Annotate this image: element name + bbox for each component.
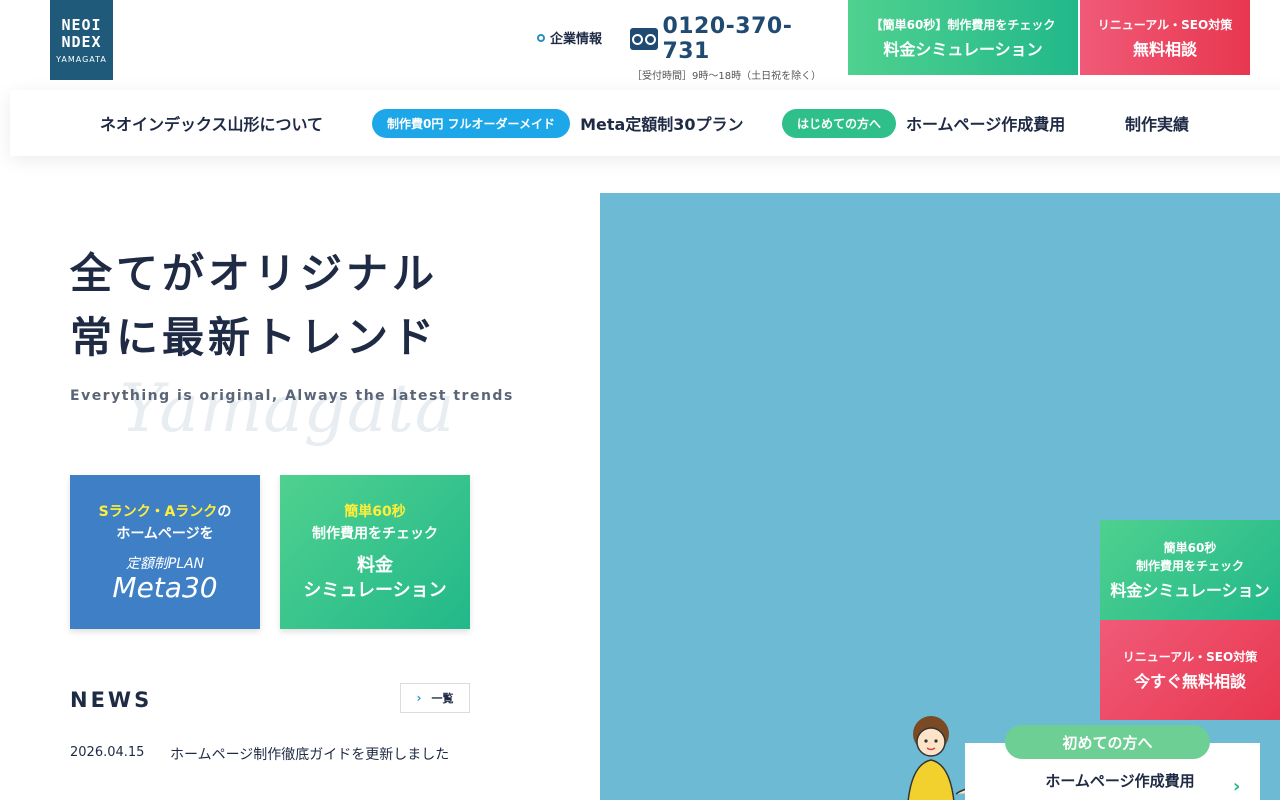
meta-card-plan-large: Meta30 — [112, 571, 218, 604]
nav-meta30-label: Meta定額制30プラン — [580, 115, 744, 134]
side-sim-small1: 簡単60秒 — [1163, 541, 1217, 555]
news-list-label: 一覧 — [431, 692, 454, 705]
guide-pill: 初めての方へ — [1005, 725, 1210, 759]
nav-works-label: 制作実績 — [1125, 115, 1190, 134]
phone-number: 0120-370-731 — [662, 14, 793, 64]
side-consult-small: リニューアル・SEO対策 — [1122, 650, 1258, 664]
nav-works[interactable]: 制作実績 — [1125, 90, 1189, 156]
nav-about-label: ネオインデックス山形について — [100, 115, 324, 134]
beginner-pill: はじめての方へ — [782, 108, 897, 138]
meta-card-line1: Sランク・Aランクの — [99, 501, 232, 523]
logo-line2: NDEX — [61, 32, 102, 51]
sim-card-highlight: 簡単60秒 — [344, 504, 406, 520]
meta-card-plan-small: 定額制PLAN — [125, 556, 205, 572]
header-simulation-button[interactable]: 【簡単60秒】制作費用をチェック 料金シミュレーション — [848, 0, 1078, 75]
sim-card-big: 料金 シミュレーション — [303, 553, 446, 603]
news-heading: NEWS — [70, 688, 153, 712]
logo-line3: YAMAGATA — [56, 54, 107, 64]
news-item-date: 2026.04.15 — [70, 745, 145, 760]
nav-cost[interactable]: はじめての方へ ホームページ作成費用 — [782, 90, 1065, 156]
freedial-icon — [630, 28, 659, 50]
meta30-plan-card[interactable]: Sランク・Aランクの ホームページを 定額制PLAN Meta30 — [70, 475, 260, 629]
nav-meta30[interactable]: 制作費0円 フルオーダーメイド Meta定額制30プラン — [372, 90, 744, 156]
header-consult-small: リニューアル・SEO対策 — [1097, 17, 1233, 32]
header-consult-large: 無料相談 — [1132, 39, 1197, 59]
logo-line1: NEOI — [61, 15, 102, 34]
header-consult-button[interactable]: リニューアル・SEO対策 無料相談 — [1080, 0, 1250, 75]
simulation-card[interactable]: 簡単60秒 制作費用をチェック 料金 シミュレーション — [280, 475, 470, 629]
hero-subtitle: Everything is original, Always the lates… — [70, 388, 514, 404]
corporate-info-label: 企業情報 — [550, 32, 603, 47]
phone-hours: ［受付時間］9時〜18時（土日祝を除く） — [632, 71, 822, 82]
chevron-right-icon: › — [416, 691, 422, 705]
meta-card-highlight: Sランク・Aランク — [98, 504, 218, 520]
sim-card-big2: シミュレーション — [303, 580, 447, 601]
guide-text[interactable]: ホームページ作成費用 — [1010, 770, 1230, 791]
header-simulation-small: 【簡単60秒】制作費用をチェック — [870, 17, 1056, 32]
side-simulation-button[interactable]: 簡単60秒 制作費用をチェック 料金シミュレーション — [1100, 520, 1280, 620]
nav-cost-label: ホームページ作成費用 — [906, 115, 1066, 134]
yamagata-script-watermark: Yamagata — [120, 370, 456, 447]
hero-title-line1: 全てがオリジナル — [70, 249, 439, 298]
hero-title: 全てがオリジナル 常に最新トレンド — [70, 242, 438, 370]
sim-card-big1: 料金 — [357, 555, 393, 576]
side-consult-button[interactable]: リニューアル・SEO対策 今すぐ無料相談 — [1100, 620, 1280, 720]
meta-card-suffix: の — [217, 504, 232, 520]
side-sim-large: 料金シミュレーション — [1110, 581, 1270, 600]
hero-title-line2: 常に最新トレンド — [70, 313, 439, 362]
side-sim-small2: 制作費用をチェック — [1135, 559, 1244, 573]
fullorder-pill: 制作費0円 フルオーダーメイド — [372, 108, 571, 138]
circle-bullet-icon — [537, 33, 545, 42]
header-simulation-large: 料金シミュレーション — [883, 39, 1043, 59]
meta-card-line2: ホームページを — [116, 526, 214, 542]
corporate-info-link[interactable]: 企業情報 — [537, 28, 602, 47]
news-list-button[interactable]: › 一覧 — [400, 683, 470, 713]
side-consult-large: 今すぐ無料相談 — [1133, 672, 1246, 691]
chevron-right-icon[interactable]: › — [1233, 776, 1240, 797]
nav-about[interactable]: ネオインデックス山形について — [100, 90, 323, 156]
news-item-link[interactable]: ホームページ制作徹底ガイドを更新しました — [170, 745, 460, 766]
main-nav: ネオインデックス山形について 制作費0円 フルオーダーメイド Meta定額制30… — [10, 90, 1280, 156]
sim-card-line2: 制作費用をチェック — [312, 526, 438, 542]
phone-contact[interactable]: 0120-370-731 ［受付時間］9時〜18時（土日祝を除く） — [630, 14, 822, 82]
site-logo[interactable]: NEOI NDEX YAMAGATA — [50, 0, 113, 80]
